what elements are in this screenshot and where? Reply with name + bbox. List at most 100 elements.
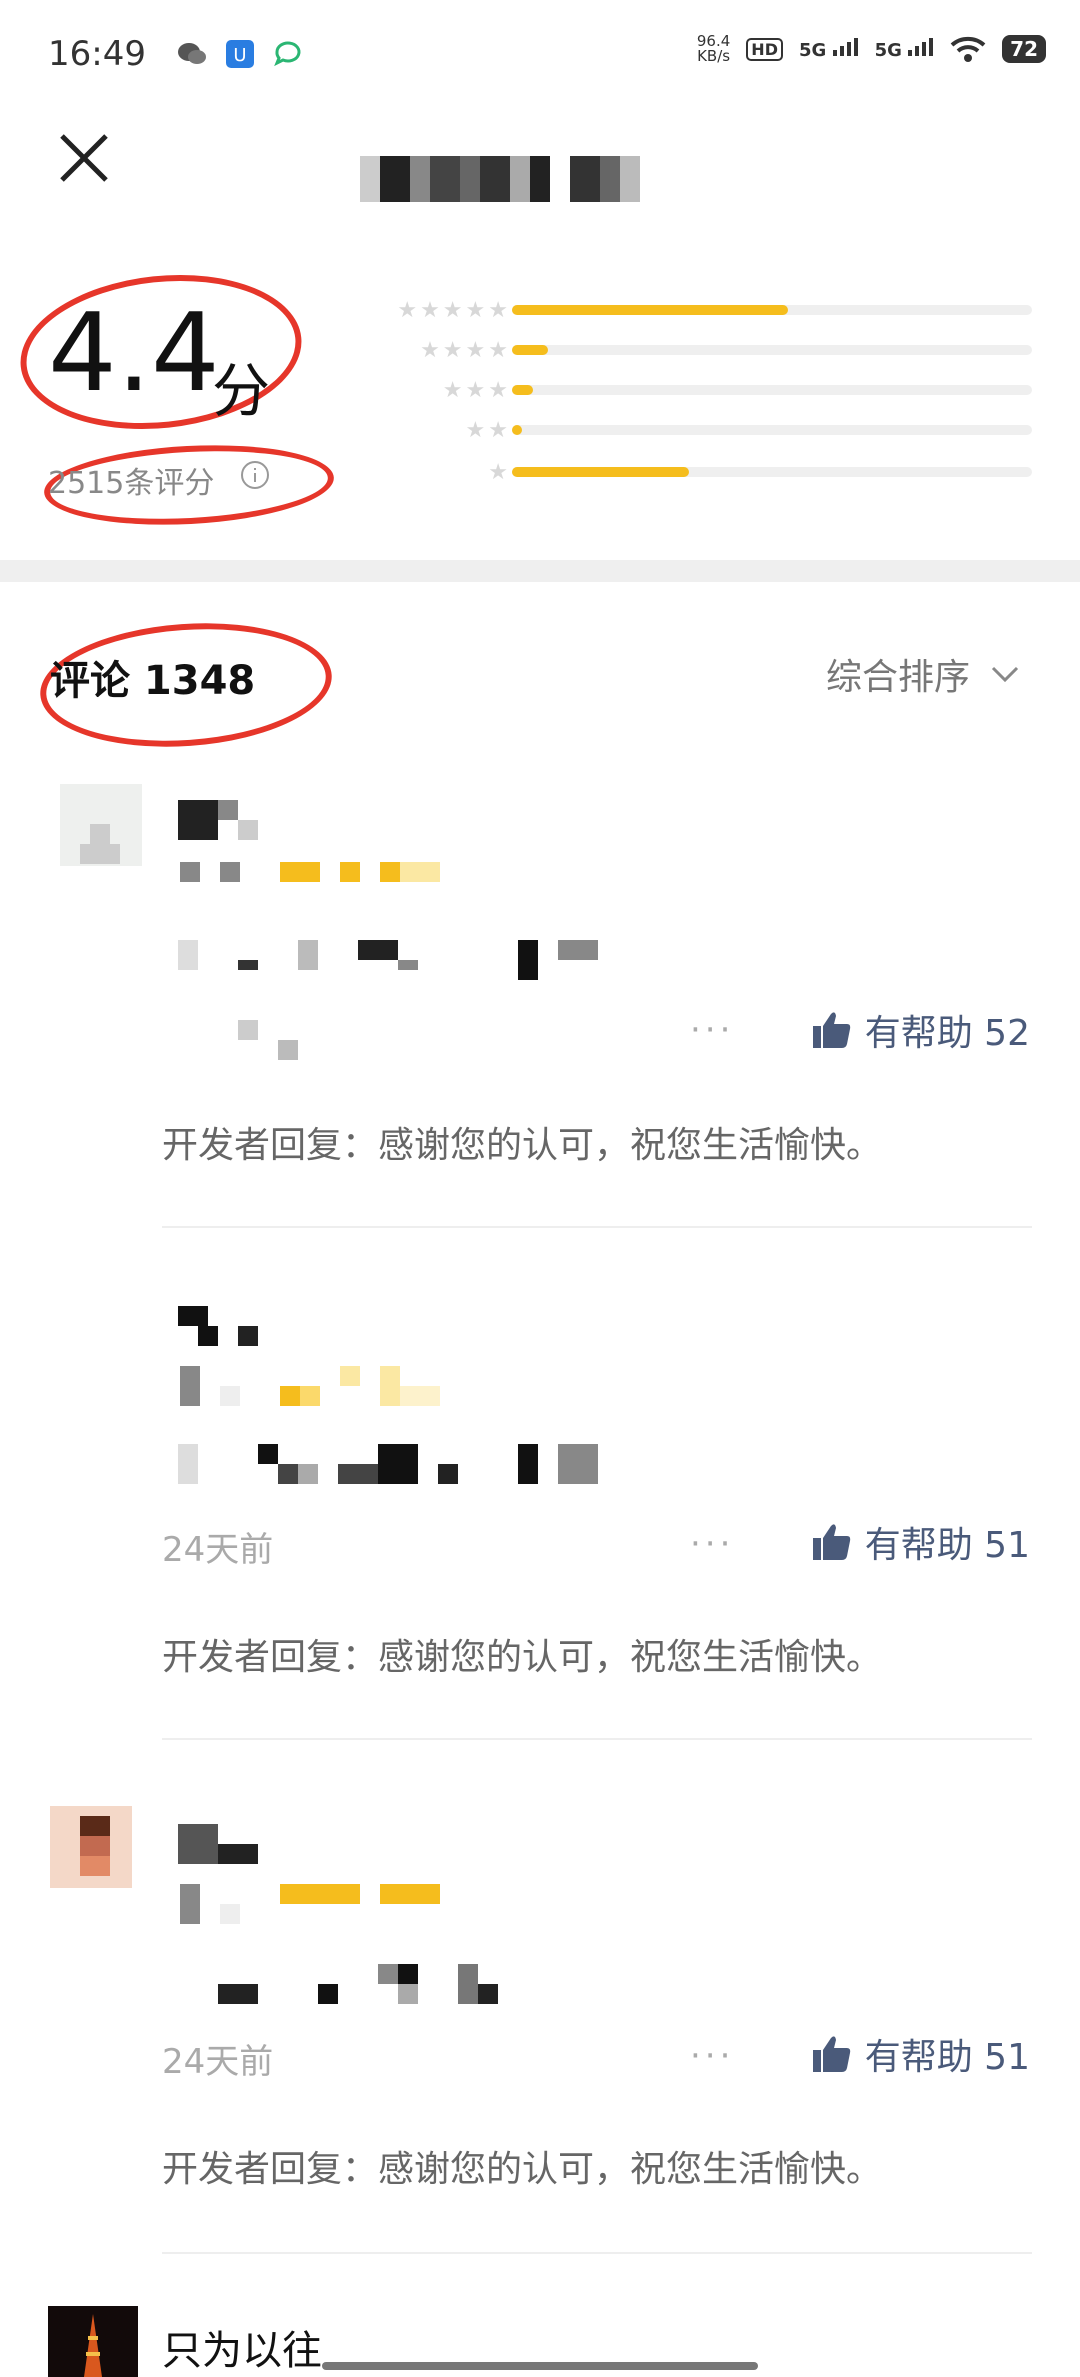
net-speed-unit: KB/s: [697, 47, 731, 65]
review-stars-pixelated: [180, 1366, 450, 1406]
sort-label: 综合排序: [825, 657, 970, 698]
section-divider: [0, 560, 1080, 582]
close-icon: [60, 134, 108, 182]
helpful-button[interactable]: 有帮助 52: [811, 1004, 1030, 1056]
sort-dropdown[interactable]: 综合排序: [826, 648, 1020, 700]
star-icon: ★: [442, 297, 463, 323]
rating-row-5-star: ★ ★ ★ ★ ★: [348, 298, 1032, 323]
review-text-pixelated: [178, 940, 608, 1060]
star-icon: ★: [420, 337, 440, 363]
star-icon: ★: [488, 377, 508, 403]
rating-bar-track: [512, 425, 1032, 435]
signal-bars-icon: [908, 37, 934, 56]
thumbs-up-icon: [812, 1524, 850, 1560]
star-icon: ★: [397, 297, 418, 323]
signal-label: 5G: [874, 39, 902, 61]
rating-row-2-star: ★ ★: [348, 418, 1032, 443]
review-date: 24天前: [162, 2042, 274, 2082]
review-stars-pixelated: [180, 1884, 450, 1924]
wechat-icon: [176, 40, 208, 68]
avatar[interactable]: [48, 2306, 138, 2377]
helpful-label: 有帮助 51: [864, 1525, 1030, 1566]
helpful-label: 有帮助 51: [864, 2037, 1030, 2078]
helpful-label: 有帮助 52: [864, 1013, 1030, 1054]
reviewer-name-pixelated: [178, 1824, 268, 1864]
thumbs-up-icon: [812, 2036, 850, 2072]
review-separator: [162, 2252, 1032, 2254]
rating-count: 2515条评分: [48, 466, 215, 501]
helpful-button[interactable]: 有帮助 51: [811, 1516, 1030, 1568]
review-date: 24天前: [162, 1530, 274, 1570]
review-text-pixelated: [178, 1444, 608, 1484]
svg-text:U: U: [233, 45, 246, 66]
info-icon[interactable]: [240, 460, 270, 490]
star-icon: ★: [465, 297, 486, 323]
more-options-button[interactable]: ···: [690, 2036, 734, 2076]
app-title-pixelated: [360, 156, 680, 202]
developer-reply: 开发者回复：感谢您的认可，祝您生活愉快。: [162, 1637, 883, 1678]
star-icon: ★: [442, 377, 463, 403]
star-icon: ★: [488, 297, 508, 323]
star-row-icon: ★: [348, 460, 508, 485]
star-icon: ★: [488, 337, 508, 363]
star-row-icon: ★ ★ ★ ★: [348, 338, 508, 363]
rating-bar-fill: [512, 345, 549, 355]
net-speed: 96.4 KB/s: [697, 34, 730, 64]
rating-row-4-star: ★ ★ ★ ★: [348, 338, 1032, 363]
chat-bubble-icon: [272, 40, 304, 68]
review-separator: [162, 1738, 1032, 1740]
wifi-icon: [950, 36, 986, 62]
rating-bar-track: [512, 467, 1032, 477]
rating-row-1-star: ★: [348, 460, 1032, 485]
signal-5g-1: 5G: [798, 37, 859, 61]
star-icon: ★: [420, 297, 440, 323]
rating-bar-fill: [512, 305, 788, 315]
thumbs-up-icon: [812, 1012, 850, 1048]
star-icon: ★: [442, 337, 463, 363]
status-system-icons: 96.4 KB/s HD 5G 5G 72: [697, 34, 1046, 64]
more-options-button[interactable]: ···: [690, 1010, 734, 1050]
reviews-count-title: 评论 1348: [50, 658, 256, 704]
star-row-icon: ★ ★: [348, 418, 508, 443]
reviewer-name: 只为以往: [162, 2328, 322, 2374]
hd-badge: HD: [746, 37, 783, 61]
avatar[interactable]: [50, 1806, 132, 1888]
reviewer-name-pixelated: [178, 800, 268, 840]
review-text-pixelated: [178, 1964, 508, 2004]
review-stars-pixelated: [180, 862, 450, 882]
rating-bar-track: [512, 385, 1032, 395]
avatar[interactable]: [60, 784, 142, 866]
developer-reply: 开发者回复：感谢您的认可，祝您生活愉快。: [162, 2149, 883, 2190]
rating-score: 4.4: [48, 291, 220, 416]
home-indicator[interactable]: [322, 2362, 758, 2370]
helpful-button[interactable]: 有帮助 51: [811, 2028, 1030, 2080]
developer-reply: 开发者回复：感谢您的认可，祝您生活愉快。: [162, 1125, 883, 1166]
signal-5g-2: 5G: [874, 37, 935, 61]
signal-label: 5G: [798, 39, 827, 61]
rating-bar-fill: [512, 425, 523, 435]
tower-image-icon: [84, 2314, 102, 2377]
star-icon: ★: [465, 377, 486, 403]
star-icon: ★: [488, 459, 508, 485]
star-row-icon: ★ ★ ★: [348, 378, 508, 403]
battery-indicator: 72: [1002, 35, 1046, 63]
rating-bar-fill: [512, 467, 689, 477]
status-notification-icons: U: [176, 40, 304, 68]
star-icon: ★: [465, 337, 486, 363]
star-row-icon: ★ ★ ★ ★ ★: [348, 298, 508, 323]
close-button[interactable]: [52, 126, 116, 190]
star-icon: ★: [465, 417, 486, 443]
signal-bars-icon: [832, 37, 858, 56]
status-time: 16:49: [48, 34, 146, 74]
rating-bar-track: [512, 305, 1032, 315]
review-separator: [162, 1226, 1032, 1228]
rating-row-3-star: ★ ★ ★: [348, 378, 1032, 403]
rating-bar-track: [512, 345, 1032, 355]
app-shield-icon: U: [224, 40, 256, 68]
reviewer-name-pixelated: [178, 1306, 268, 1346]
rating-unit: 分: [212, 357, 271, 425]
chevron-down-icon: [991, 666, 1019, 683]
star-icon: ★: [488, 417, 508, 443]
rating-bar-fill: [512, 385, 533, 395]
more-options-button[interactable]: ···: [690, 1524, 734, 1564]
